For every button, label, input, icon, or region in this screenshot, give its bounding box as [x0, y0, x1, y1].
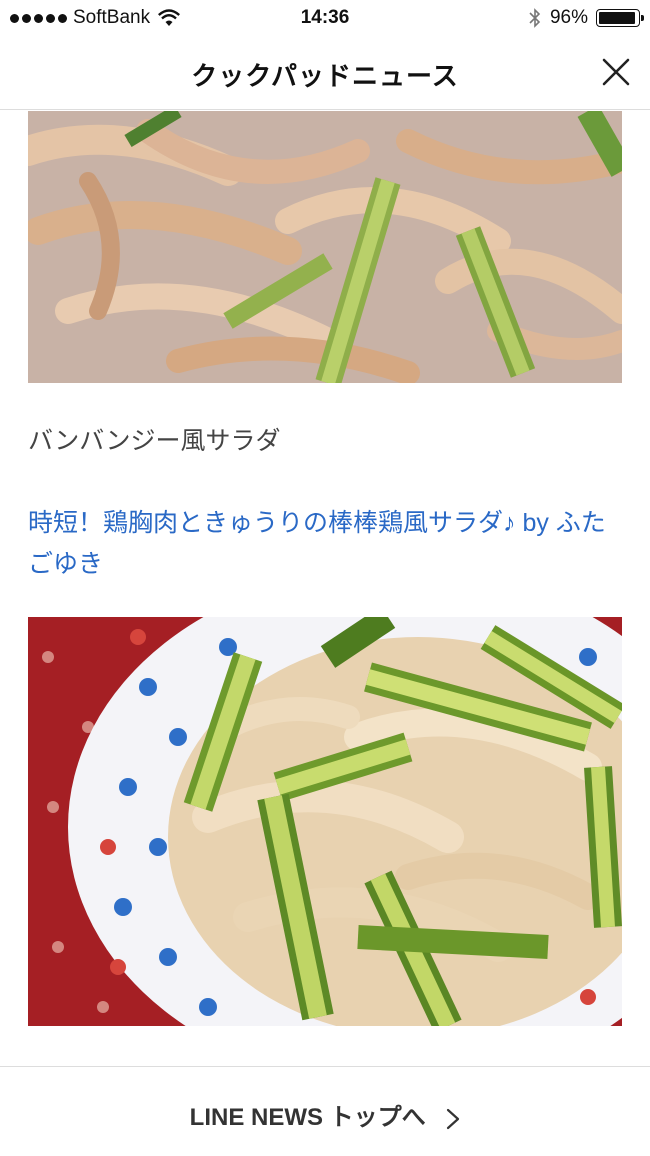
- close-icon[interactable]: [600, 56, 632, 88]
- page-title: クックパッドニュース: [191, 61, 459, 91]
- article-content: バンバンジー風サラダ 時短！鶏胸肉ときゅうりの棒棒鶏風サラダ♪ by ふたごゆき: [0, 111, 650, 1066]
- bluetooth-icon: [529, 8, 541, 28]
- footer-link[interactable]: LINE NEWS トップへ: [0, 1097, 650, 1132]
- status-bar: SoftBank 14:36 96%: [0, 0, 650, 36]
- status-right: 96%: [528, 7, 644, 29]
- battery-percent: 96%: [549, 7, 588, 28]
- nav-bar: クックパッドニュース: [0, 36, 650, 110]
- battery-icon: [596, 9, 644, 27]
- salad-photo-bottom: [28, 617, 622, 1026]
- chevron-right-icon: [447, 1108, 460, 1129]
- recipe-link[interactable]: 時短！鶏胸肉ときゅうりの棒棒鶏風サラダ♪ by ふたごゆき: [28, 503, 622, 585]
- line-news-top-button[interactable]: LINE NEWS トップへ: [0, 1066, 650, 1156]
- photo-caption: バンバンジー風サラダ: [28, 427, 281, 455]
- salad-photo-top: [28, 111, 622, 383]
- footer-label: LINE NEWS トップへ: [189, 1104, 426, 1131]
